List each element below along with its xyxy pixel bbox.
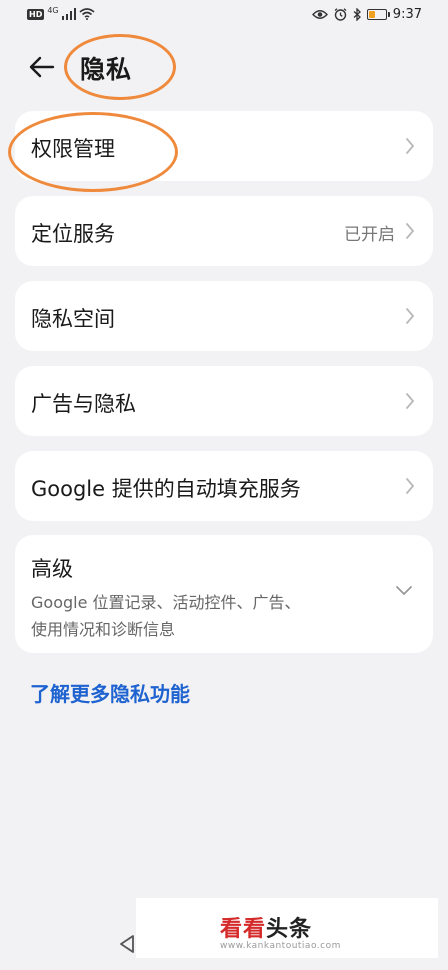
permission-management-label: 权限管理 [31, 137, 115, 161]
page-header: 隐私 [0, 40, 448, 96]
ads-privacy-label: 广告与隐私 [31, 392, 136, 416]
private-space-item[interactable]: 隐私空间 [15, 281, 433, 351]
watermark: 看看头条 www.kankantoutiao.com [136, 898, 438, 958]
location-service-label: 定位服务 [31, 222, 115, 246]
watermark-brand-a: 看看 [220, 917, 267, 942]
eye-icon [311, 10, 328, 19]
advanced-description-line: Google 位置记录、活动控件、广告、 [31, 593, 301, 612]
network-type: 4G [47, 6, 59, 15]
clock: 9:37 [392, 7, 422, 22]
wifi-icon [79, 8, 95, 20]
status-right: 9:37 [311, 7, 422, 22]
ads-privacy-item[interactable]: 广告与隐私 [15, 366, 433, 436]
chevron-down-icon[interactable] [395, 585, 413, 597]
chevron-right-icon [406, 138, 415, 154]
chevron-right-icon [406, 478, 415, 494]
page-title: 隐私 [80, 55, 133, 84]
battery-level [368, 11, 376, 18]
advanced-label: 高级 [31, 557, 73, 581]
status-bar: HD 4G 9:37 [0, 0, 448, 34]
status-left: HD 4G [27, 6, 95, 20]
chevron-right-icon [406, 308, 415, 324]
advanced-description: Google 位置记录、活动控件、广告、 使用情况和诊断信息 [31, 589, 351, 643]
advanced-description-line: 使用情况和诊断信息 [31, 620, 176, 639]
alarm-icon [334, 8, 347, 21]
battery-icon [366, 9, 390, 20]
location-status-value: 已开启 [344, 225, 395, 245]
private-space-label: 隐私空间 [31, 307, 115, 331]
watermark-brand-b: 头条 [266, 917, 313, 942]
location-service-item[interactable]: 定位服务 已开启 [15, 196, 433, 266]
learn-more-privacy-link[interactable]: 了解更多隐私功能 [30, 678, 190, 707]
signal-icon [61, 8, 76, 20]
nav-back-icon[interactable] [118, 934, 136, 954]
permission-management-item[interactable]: 权限管理 [15, 111, 433, 181]
advanced-item[interactable]: 高级 Google 位置记录、活动控件、广告、 使用情况和诊断信息 [15, 535, 433, 653]
watermark-url: www.kankantoutiao.com [220, 941, 341, 951]
chevron-right-icon [406, 393, 415, 409]
autofill-service-item[interactable]: Google 提供的自动填充服务 [15, 451, 433, 521]
bluetooth-icon [353, 8, 361, 21]
autofill-service-label: Google 提供的自动填充服务 [31, 477, 301, 501]
chevron-right-icon [406, 223, 415, 239]
hd-badge: HD [27, 8, 45, 20]
arrow-left-icon[interactable] [26, 52, 56, 82]
watermark-brand: 看看头条 [220, 911, 312, 943]
